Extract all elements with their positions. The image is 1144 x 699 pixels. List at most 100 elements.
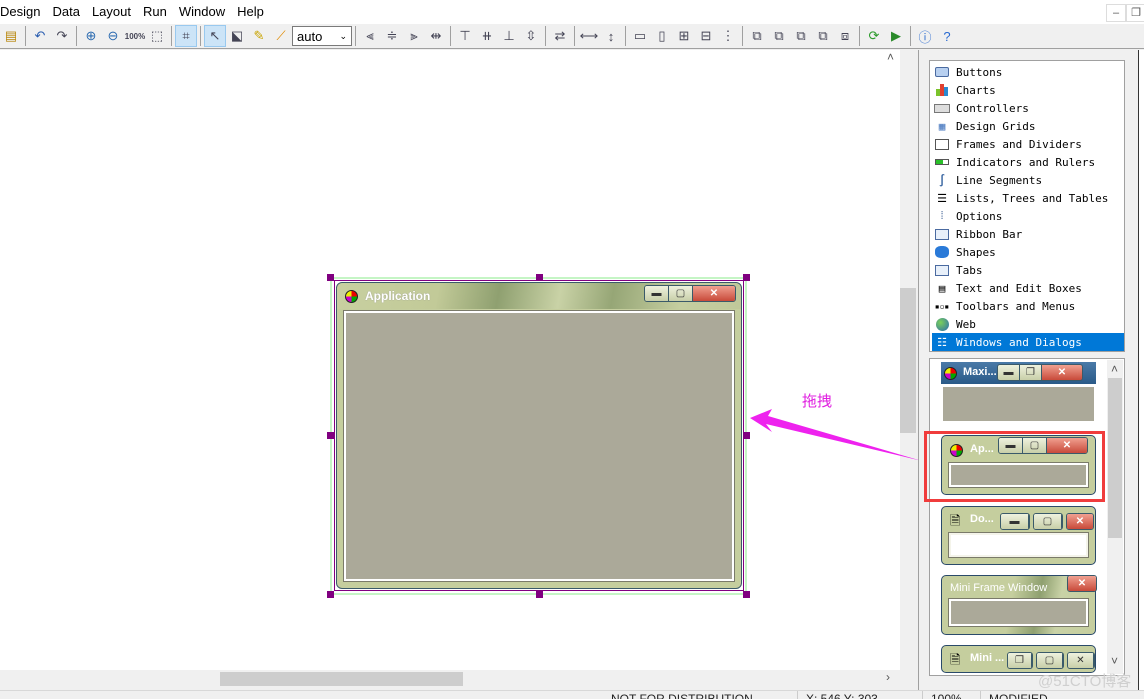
restore-button[interactable]: ❐ (1126, 4, 1144, 22)
category-item-design-grids[interactable]: ▦ Design Grids (932, 117, 1124, 135)
select-region-icon[interactable]: ⬕ (226, 25, 248, 47)
category-item-lists[interactable]: ☰ Lists, Trees and Tables (932, 189, 1124, 207)
category-item-shapes[interactable]: Shapes (932, 243, 1124, 261)
align-left-icon[interactable]: ⫷ (359, 25, 381, 47)
zoom-combo[interactable]: auto ⌄ (292, 26, 352, 46)
space-horizontal-icon[interactable]: ⟷ (578, 25, 600, 47)
make-same-size-icon[interactable]: ⊞ (673, 25, 695, 47)
app-icon (345, 290, 358, 303)
space-vertical-icon[interactable]: ↕ (600, 25, 622, 47)
status-notice: NOT FOR DISTRIBUTION (611, 692, 753, 699)
menu-layout[interactable]: Layout (86, 0, 137, 24)
category-item-indicators[interactable]: Indicators and Rulers (932, 153, 1124, 171)
category-item-charts[interactable]: Charts (932, 81, 1124, 99)
status-bar: NOT FOR DISTRIBUTION X: 546 Y: 303 100% … (0, 690, 1144, 699)
minimize-icon: ▬ (998, 365, 1020, 380)
swap-icon[interactable]: ⇄ (549, 25, 571, 47)
scrollbar-thumb[interactable] (1108, 378, 1122, 538)
application-window[interactable]: Application ▬ ▢ ✕ (336, 282, 742, 589)
minimize-button[interactable]: – (1106, 4, 1126, 22)
resize-handle[interactable] (536, 591, 543, 598)
category-item-line-segments[interactable]: ∫ Line Segments (932, 171, 1124, 189)
menu-window[interactable]: Window (173, 0, 231, 24)
maximize-icon: ▢ (1034, 514, 1062, 529)
zoom-100-icon[interactable]: 100% (124, 25, 146, 47)
zoom-fit-icon[interactable]: ⬚ (146, 25, 168, 47)
category-item-web[interactable]: Web (932, 315, 1124, 333)
resize-handle[interactable] (536, 274, 543, 281)
highlight-box (924, 431, 1105, 502)
align-top-icon[interactable]: ⊤ (454, 25, 476, 47)
category-item-frames[interactable]: Frames and Dividers (932, 135, 1124, 153)
application-titlebar[interactable]: Application ▬ ▢ ✕ (337, 283, 741, 309)
category-item-windows-dialogs[interactable]: ☷ Windows and Dialogs (932, 333, 1124, 351)
grid-vertical-icon[interactable]: ⋮ (717, 25, 739, 47)
menu-run[interactable]: Run (137, 0, 173, 24)
scrollbar-thumb[interactable] (220, 672, 463, 686)
refresh-icon[interactable]: ⟳ (863, 25, 885, 47)
chevron-up-icon[interactable]: ˄ (1111, 362, 1118, 376)
align-bottom-icon[interactable]: ⊥ (498, 25, 520, 47)
gallery-item-maximized-window[interactable]: Maxi... ▬ ❐ ✕ (941, 362, 1096, 424)
category-item-buttons[interactable]: Buttons (932, 63, 1124, 81)
connector-icon[interactable]: ⟋ (270, 25, 292, 47)
bring-front-icon[interactable]: ⧉ (746, 25, 768, 47)
align-vspace-icon[interactable]: ⇳ (520, 25, 542, 47)
resize-handle[interactable] (327, 274, 334, 281)
minimize-button[interactable]: ▬ (645, 286, 669, 301)
help-pointer-icon[interactable]: ? (936, 25, 958, 47)
resize-handle[interactable] (327, 432, 334, 439)
grid-icon[interactable]: ⊟ (695, 25, 717, 47)
chevron-up-icon[interactable]: ˄ (887, 50, 894, 64)
client-area (942, 386, 1095, 422)
zoom-out-icon[interactable]: ⊖ (102, 25, 124, 47)
align-space-icon[interactable]: ⇹ (425, 25, 447, 47)
send-back-icon[interactable]: ⧉ (768, 25, 790, 47)
gallery-item-mini-window[interactable]: 🗎 Mini ... ❐ ▢ ✕ (941, 645, 1096, 673)
maximize-button[interactable]: ▢ (669, 286, 693, 301)
resize-handle[interactable] (327, 591, 334, 598)
category-item-text-boxes[interactable]: ▤ Text and Edit Boxes (932, 279, 1124, 297)
gallery-item-title: Maxi... (963, 366, 997, 378)
run-icon[interactable]: ▶ (885, 25, 907, 47)
chevron-down-icon[interactable]: ˅ (1111, 654, 1118, 668)
send-backward-icon[interactable]: ⧉ (812, 25, 834, 47)
close-button[interactable]: ✕ (693, 286, 735, 301)
zoom-in-icon[interactable]: ⊕ (80, 25, 102, 47)
gallery-item-mini-frame-window[interactable]: Mini Frame Window ✕ (941, 575, 1097, 635)
paste-icon[interactable]: ▤ (0, 25, 22, 47)
drag-arrow-icon (750, 409, 922, 461)
info-icon[interactable]: ⓘ (914, 25, 936, 47)
category-item-toolbars[interactable]: ▪▫▪ Toolbars and Menus (932, 297, 1124, 315)
snap-grid-icon[interactable]: ⌗ (175, 25, 197, 47)
gallery-scrollbar[interactable]: ˄ ˅ (1107, 360, 1123, 674)
menu-design[interactable]: Design (0, 0, 46, 24)
separator (574, 26, 575, 46)
menu-help[interactable]: Help (231, 0, 270, 24)
category-item-tabs[interactable]: Tabs (932, 261, 1124, 279)
category-item-options[interactable]: ⁞ Options (932, 207, 1124, 225)
resize-handle[interactable] (743, 591, 750, 598)
redo-icon[interactable]: ↷ (51, 25, 73, 47)
make-same-width-icon[interactable]: ▭ (629, 25, 651, 47)
align-middle-icon[interactable]: ⧺ (476, 25, 498, 47)
resize-handle[interactable] (743, 274, 750, 281)
align-center-icon[interactable]: ≑ (381, 25, 403, 47)
pointer-icon[interactable]: ↖ (204, 25, 226, 47)
gallery-item-document-window[interactable]: 🗎 Do... ▬ ▢ ✕ (941, 506, 1096, 565)
bring-forward-icon[interactable]: ⧉ (790, 25, 812, 47)
canvas-horizontal-scrollbar[interactable]: › (0, 670, 900, 687)
chevron-right-icon[interactable]: › (886, 670, 890, 684)
menu-data[interactable]: Data (46, 0, 85, 24)
toolbar: ▤ ↶ ↷ ⊕ ⊖ 100% ⬚ ⌗ ↖ ⬕ ✎ ⟋ auto ⌄ ⫷ ≑ ⫸ … (0, 24, 1144, 49)
undo-icon[interactable]: ↶ (29, 25, 51, 47)
category-item-ribbon-bar[interactable]: Ribbon Bar (932, 225, 1124, 243)
category-item-controllers[interactable]: Controllers (932, 99, 1124, 117)
align-right-icon[interactable]: ⫸ (403, 25, 425, 47)
group-icon[interactable]: ⧈ (834, 25, 856, 47)
toolbar-icon: ▪▫▪ (934, 301, 950, 311)
close-icon: ✕ (1068, 653, 1094, 668)
make-same-height-icon[interactable]: ▯ (651, 25, 673, 47)
canvas-vertical-scrollbar[interactable] (900, 50, 916, 670)
format-painter-icon[interactable]: ✎ (248, 25, 270, 47)
